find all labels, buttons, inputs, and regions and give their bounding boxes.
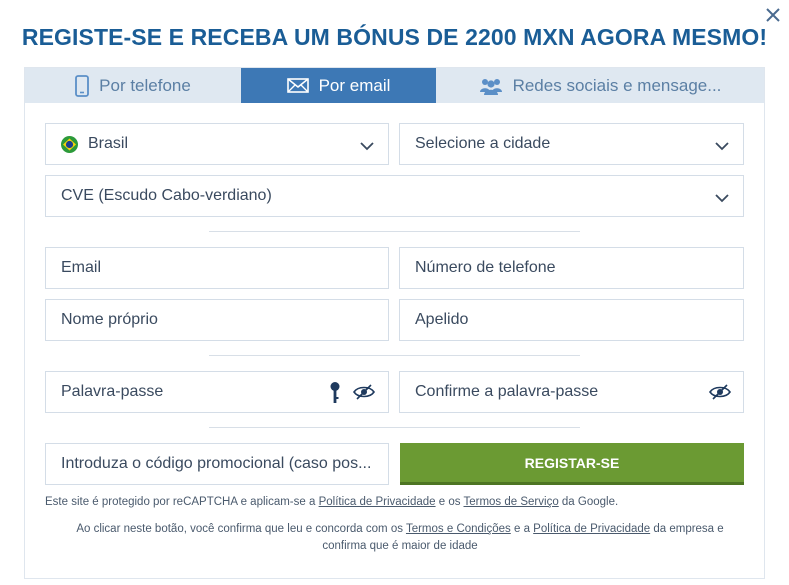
terms-and-conditions-link[interactable]: Termos e Condições	[406, 523, 511, 535]
tab-by-phone-label: Por telefone	[99, 75, 191, 95]
tab-by-email-label: Por email	[318, 75, 391, 95]
recaptcha-text: da Google.	[558, 496, 619, 508]
registration-panel: Por telefone Por email Redes sociais e m…	[24, 67, 765, 579]
tab-social-networks[interactable]: Redes sociais e mensage...	[436, 68, 764, 103]
divider	[209, 231, 580, 232]
first-name-field[interactable]: Nome próprio	[45, 299, 389, 341]
eye-slash-icon[interactable]	[353, 384, 375, 405]
currency-select[interactable]: CVE (Escudo Cabo-verdiano)	[45, 175, 744, 217]
first-name-placeholder: Nome próprio	[61, 311, 158, 328]
brazil-flag-icon	[61, 135, 78, 153]
tab-bar: Por telefone Por email Redes sociais e m…	[25, 68, 764, 103]
confirm-password-placeholder: Confirme a palavra-passe	[415, 383, 599, 400]
tab-social-networks-label: Redes sociais e mensage...	[512, 75, 722, 95]
email-field[interactable]: Email	[45, 247, 389, 289]
country-select[interactable]: Brasil	[45, 123, 389, 165]
city-placeholder: Selecione a cidade	[415, 135, 551, 152]
country-value: Brasil	[88, 135, 129, 152]
tab-by-email[interactable]: Por email	[241, 68, 436, 103]
envelope-icon	[286, 78, 309, 93]
password-field[interactable]: Palavra-passe	[45, 371, 389, 413]
tab-by-phone[interactable]: Por telefone	[25, 68, 241, 103]
email-placeholder: Email	[61, 259, 102, 276]
promo-placeholder: Introduza o código promocional (caso pos…	[61, 455, 372, 472]
divider	[209, 355, 580, 356]
eye-slash-icon[interactable]	[709, 384, 731, 405]
close-icon[interactable]	[762, 4, 784, 26]
last-name-placeholder: Apelido	[415, 311, 469, 328]
privacy-policy-link[interactable]: Política de Privacidade	[319, 496, 436, 508]
city-select[interactable]: Selecione a cidade	[399, 123, 744, 165]
register-button[interactable]: REGISTAR-SE	[400, 443, 744, 485]
recaptcha-notice: Este site é protegido por reCAPTCHA e ap…	[45, 496, 745, 508]
last-name-field[interactable]: Apelido	[399, 299, 744, 341]
password-placeholder: Palavra-passe	[61, 383, 164, 400]
promo-code-field[interactable]: Introduza o código promocional (caso pos…	[45, 443, 389, 485]
phone-number-field[interactable]: Número de telefone	[399, 247, 744, 289]
phone-placeholder: Número de telefone	[415, 259, 556, 276]
consent-text: e a	[510, 523, 534, 535]
terms-of-service-link[interactable]: Termos de Serviço	[463, 496, 558, 508]
phone-icon	[75, 74, 90, 97]
key-icon[interactable]	[329, 381, 341, 410]
page-title: REGISTE-SE E RECEBA UM BÓNUS DE 2200 MXN…	[21, 24, 768, 50]
chevron-down-icon	[360, 138, 374, 156]
recaptcha-text: Este site é protegido por reCAPTCHA e ap…	[45, 496, 319, 508]
users-icon	[479, 77, 503, 95]
chevron-down-icon	[715, 138, 729, 156]
chevron-down-icon	[715, 190, 729, 208]
currency-value: CVE (Escudo Cabo-verdiano)	[61, 187, 272, 204]
recaptcha-text: e os	[435, 496, 464, 508]
confirm-password-field[interactable]: Confirme a palavra-passe	[399, 371, 744, 413]
consent-notice: Ao clicar neste botão, você confirma que…	[55, 521, 745, 555]
divider	[209, 427, 580, 428]
company-privacy-policy-link[interactable]: Política de Privacidade	[533, 523, 650, 535]
consent-text: Ao clicar neste botão, você confirma que…	[76, 523, 406, 535]
